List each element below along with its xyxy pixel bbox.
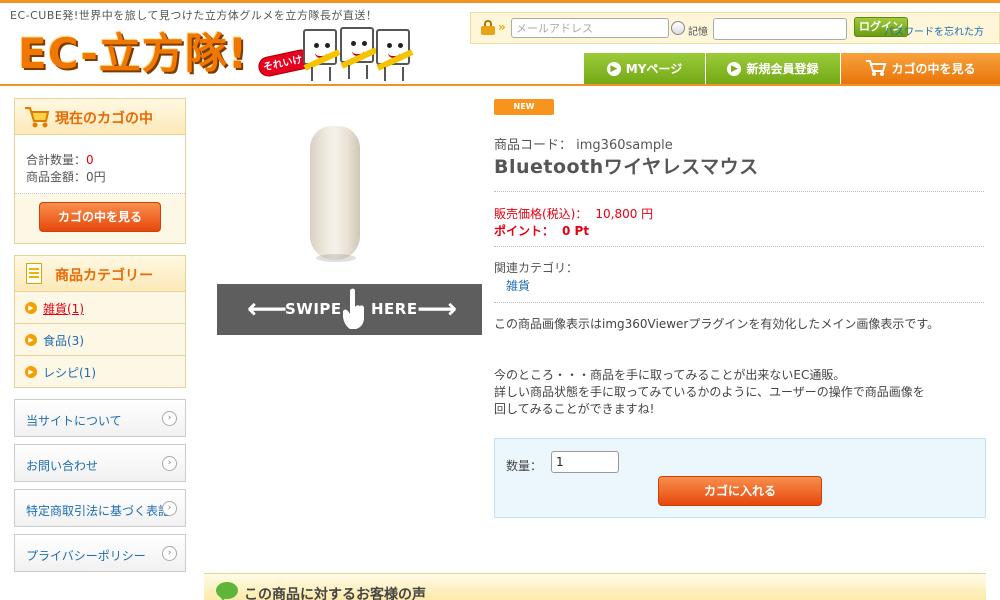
chevron-right-icon: › [162, 546, 177, 561]
sidebar-link-label: 当サイトについて [26, 414, 122, 428]
product-description: 回してみることができますね! [494, 402, 655, 416]
quantity-input[interactable] [551, 451, 619, 473]
forgot-password-link[interactable]: パスワードを忘れた方 [884, 23, 984, 38]
product-description: 今のところ・・・商品を手に取ってみることが出来ないEC通販。 [494, 368, 846, 382]
sidebar-category-box: 商品カテゴリー ▶ 雑貨(1) ▶ 食品(3) ▶ レシピ(1) [14, 255, 186, 388]
document-icon [26, 263, 42, 284]
sidebar-link-label: プライバシーポリシー [26, 549, 146, 563]
nav-mypage-button[interactable]: ▶ MYページ [584, 53, 706, 85]
category-item-food[interactable]: ▶ 食品(3) [15, 323, 185, 355]
arrow-right-icon: ▶ [727, 61, 742, 76]
sidebar-cart-box: 現在のカゴの中 合計数量：0 商品金額：0円 カゴの中を見る [14, 98, 186, 244]
arrow-right-icon: ⟶ [417, 292, 458, 325]
remember-label: 記憶 [688, 27, 708, 38]
site-logo[interactable]: EC-立方隊! それいけ! [18, 25, 414, 87]
chevron-right-icon: › [162, 501, 177, 516]
related-category-label: 関連カテゴリ： [494, 261, 579, 275]
email-input[interactable] [511, 18, 669, 38]
cart-quantity: 合計数量：0 [26, 151, 94, 168]
divider [494, 246, 984, 247]
category-item-recipe[interactable]: ▶ レシピ(1) [15, 355, 185, 387]
new-badge: NEW [494, 99, 554, 115]
mascot-cube-icon [340, 27, 378, 79]
point-value: 0 Pt [562, 224, 590, 238]
cart-quantity-value: 0 [86, 153, 94, 167]
price-label: 販売価格(税込)： [494, 207, 588, 221]
cart-button-area: カゴの中を見る [15, 194, 185, 243]
divider [494, 191, 984, 192]
logo-text: EC-立方隊! [18, 29, 249, 78]
swipe-text: HERE [371, 300, 418, 318]
swipe-banner[interactable]: ⟵ SWIPE HERE ⟶ [217, 284, 482, 335]
category-label: レシピ(1) [43, 366, 96, 380]
quantity-label: 数量： [506, 459, 543, 473]
cart-amount-value: 0円 [86, 170, 106, 184]
cart-icon [866, 59, 887, 76]
chevron-right-icon: › [162, 411, 177, 426]
bullet-arrow-icon: ▶ [25, 366, 37, 378]
category-item-zakka[interactable]: ▶ 雑貨(1) [15, 291, 185, 323]
arrow-right-icon: ▶ [606, 61, 621, 76]
sidebar-link-about[interactable]: 当サイトについて › [14, 399, 186, 437]
nav-register-button[interactable]: ▶ 新規会員登録 [706, 53, 841, 85]
swipe-text: SWIPE [285, 300, 342, 318]
site-tagline: EC-CUBE発!世界中を旅して見つけた立方体グルメを立方隊長が直送！ [10, 9, 378, 22]
nav-mypage-label: MYページ [625, 62, 683, 76]
product-code: 商品コード： img360sample [494, 134, 673, 153]
sidebar-link-privacy[interactable]: プライバシーポリシー › [14, 534, 186, 572]
product-image[interactable] [310, 126, 360, 262]
nav-cart-button[interactable]: カゴの中を見る [841, 53, 1000, 85]
password-input[interactable] [713, 18, 847, 40]
reviews-title: この商品に対するお客様の声 [244, 587, 426, 600]
view-cart-button[interactable]: カゴの中を見る [39, 202, 161, 232]
nav-register-label: 新規会員登録 [746, 62, 819, 76]
sidebar-link-label: お問い合わせ [26, 459, 99, 473]
bullet-arrow-icon: ▶ [25, 334, 37, 346]
arrow-left-icon: ⟵ [247, 292, 288, 325]
login-bar: » 記憶 ログイン パスワードを忘れた方 [470, 12, 1000, 44]
category-label: 食品(3) [43, 334, 84, 348]
mascot-cube-icon [303, 29, 341, 81]
site-header: EC-CUBE発!世界中を旅して見つけた立方体グルメを立方隊長が直送！ EC-立… [0, 3, 1000, 85]
related-category-link[interactable]: 雑貨 [506, 277, 530, 294]
point-label: ポイント： [494, 224, 555, 238]
chevron-right-icon: › [162, 456, 177, 471]
cart-quantity-label: 合計数量： [26, 153, 87, 167]
bullet-arrow-icon: ▶ [25, 302, 37, 314]
header-divider [0, 84, 1000, 86]
product-points: ポイント： 0 Pt [494, 222, 589, 239]
remember-checkbox[interactable] [671, 21, 685, 35]
sidebar-cart-header: 現在のカゴの中 [15, 99, 185, 135]
add-to-cart-button[interactable]: カゴに入れる [658, 476, 822, 506]
sidebar-cart-title: 現在のカゴの中 [55, 111, 153, 127]
product-description: この商品画像表示はimg360Viewerプラグインを有効化したメイン画像表示で… [494, 317, 940, 331]
category-label: 雑貨(1) [43, 302, 84, 316]
divider [494, 302, 984, 303]
hand-pointer-icon [343, 288, 364, 329]
cart-icon [25, 107, 50, 128]
sidebar-link-label: 特定商取引法に基づく表記 [26, 504, 171, 518]
sidebar-link-contact[interactable]: お問い合わせ › [14, 444, 186, 482]
reviews-header: この商品に対するお客様の声 [204, 573, 986, 600]
sidebar-category-title: 商品カテゴリー [55, 268, 153, 284]
price-value: 10,800 円 [595, 207, 654, 221]
add-to-cart-form: 数量： カゴに入れる [494, 438, 986, 518]
speech-bubble-icon [216, 582, 238, 600]
product-mouse-image [310, 126, 360, 260]
product-shadow [316, 254, 356, 262]
sidebar-category-header: 商品カテゴリー [15, 256, 185, 292]
product-description: 詳しい商品状態を手に取ってみているかのように、ユーザーの操作で商品画像を [494, 385, 925, 399]
sidebar-link-tokusho[interactable]: 特定商取引法に基づく表記 › [14, 489, 186, 527]
cart-amount-label: 商品金額： [26, 170, 87, 184]
cart-amount: 商品金額：0円 [26, 168, 106, 185]
double-arrow-icon: » [498, 20, 506, 34]
product-title: Bluetoothワイヤレスマウス [494, 156, 759, 178]
lock-icon [481, 20, 495, 35]
nav-cart-label: カゴの中を見る [891, 62, 976, 76]
mascot-cube-icon [376, 29, 414, 81]
product-price: 販売価格(税込)： 10,800 円 [494, 205, 653, 222]
product-code-value: img360sample [576, 138, 673, 153]
product-code-label: 商品コード： [494, 138, 573, 153]
